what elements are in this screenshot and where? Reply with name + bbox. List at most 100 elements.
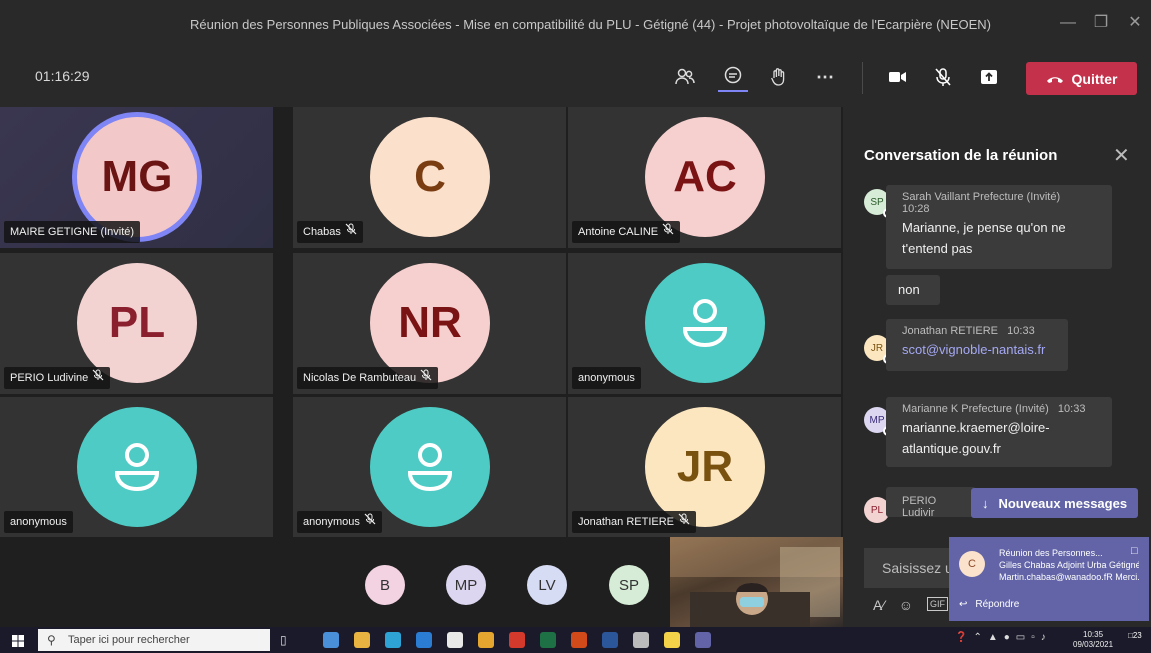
chat-message[interactable]: PERIO Ludivir — [886, 487, 976, 519]
compose-input[interactable]: Saisissez un — [864, 548, 954, 588]
participants-icon[interactable] — [670, 62, 700, 92]
toast-text: Réunion des Personnes... Gilles Chabas A… — [999, 547, 1139, 583]
anonymous-user-icon — [407, 443, 453, 492]
chat-notification-toast[interactable]: C Réunion des Personnes... Gilles Chabas… — [949, 537, 1149, 621]
quit-label: Quitter — [1071, 70, 1118, 87]
teams-icon[interactable] — [695, 632, 711, 648]
network-icon[interactable]: ▲ — [988, 632, 998, 643]
search-icon: ⚲ — [47, 633, 56, 647]
restore-icon[interactable]: ❐ — [1090, 12, 1112, 34]
overflow-strip: B MP LV SP — [0, 537, 845, 627]
overflow-avatar[interactable]: B — [365, 565, 405, 605]
overflow-avatar[interactable]: SP — [609, 565, 649, 605]
word-icon[interactable] — [602, 632, 618, 648]
message-meta: PERIO Ludivir — [902, 495, 937, 519]
taskbar-search-input[interactable]: Taper ici pour rechercher — [38, 629, 270, 651]
windows-taskbar: Taper ici pour rechercher ⚲ ▯ ❓ ⌃ ▲ ● ▭ … — [0, 627, 1151, 653]
new-messages-button[interactable]: ↓ Nouveaux messages — [971, 488, 1138, 518]
volume-icon[interactable]: ♪ — [1041, 632, 1046, 643]
video-tile[interactable]: MG MAIRE GETIGNE (Invité) — [0, 107, 273, 248]
message-link[interactable]: scot@vignoble-nantais.fr — [902, 339, 1052, 360]
chevron-up-icon[interactable]: ⌃ — [973, 632, 981, 643]
toast-line: Martin.chabas@wanadoo.fR Merci... — [999, 572, 1139, 582]
overflow-avatar[interactable]: LV — [527, 565, 567, 605]
windows-start-icon[interactable] — [12, 634, 24, 652]
taskbar-clock[interactable]: 10:35 09/03/2021 — [1073, 630, 1113, 650]
media-icon[interactable] — [571, 632, 587, 648]
participant-name-label: anonymous — [297, 511, 382, 533]
chat-icon[interactable] — [718, 62, 748, 92]
gif-icon[interactable]: GIF — [926, 597, 948, 611]
meeting-timer: 01:16:29 — [35, 68, 90, 84]
system-tray: ❓ ⌃ ▲ ● ▭ ▫ ♪ — [955, 632, 1046, 643]
chat-message[interactable]: non — [886, 275, 940, 305]
close-icon[interactable]: ✕ — [1124, 12, 1146, 34]
display-icon[interactable]: ▫ — [1031, 632, 1035, 643]
mic-off-icon — [92, 367, 104, 389]
participant-name: anonymous — [10, 516, 67, 528]
participant-name: Jonathan RETIERE — [578, 516, 674, 528]
video-tile[interactable]: NR Nicolas De Rambuteau — [293, 253, 566, 394]
participant-name: Chabas — [303, 226, 341, 238]
minimize-icon[interactable]: — — [1057, 12, 1079, 34]
mic-icon[interactable]: ● — [1004, 632, 1010, 643]
reply-button[interactable]: ↩ Répondre — [959, 599, 1019, 610]
avatar: NR — [370, 263, 490, 383]
video-tile[interactable]: PL PERIO Ludivine — [0, 253, 273, 394]
raise-hand-icon[interactable] — [764, 62, 794, 92]
reply-icon: ↩ — [959, 599, 968, 610]
quit-button[interactable]: Quitter — [1026, 62, 1137, 95]
chat-message[interactable]: Sarah Vaillant Prefecture (Invité) 10:28 … — [886, 185, 1112, 269]
edge-icon[interactable] — [385, 632, 401, 648]
video-tile[interactable]: anonymous — [0, 397, 273, 538]
participant-name: Nicolas De Rambuteau — [303, 372, 417, 384]
avatar: JR — [645, 407, 765, 527]
avatar: MG — [77, 117, 197, 237]
battery-icon[interactable]: ▭ — [1016, 632, 1025, 643]
avatar — [645, 263, 765, 383]
mail-icon[interactable] — [416, 632, 432, 648]
chrome-icon[interactable] — [478, 632, 494, 648]
new-messages-label: Nouveaux messages — [998, 495, 1128, 511]
video-tile[interactable]: anonymous — [568, 253, 841, 394]
task-view-icon[interactable]: ▯ — [280, 633, 287, 647]
close-icon[interactable]: ✕ — [1113, 143, 1130, 168]
participant-name: PERIO Ludivine — [10, 372, 89, 384]
format-icon[interactable]: A⁄ — [873, 597, 885, 613]
sticky-notes-icon[interactable] — [664, 632, 680, 648]
mic-off-icon[interactable] — [928, 62, 958, 92]
notification-icon[interactable]: □23 — [1128, 631, 1142, 640]
chat-message[interactable]: Marianne K Prefecture (Invité) 10:33 mar… — [886, 397, 1112, 467]
mic-off-icon — [678, 511, 690, 533]
file-explorer-icon[interactable] — [354, 632, 370, 648]
more-icon[interactable]: ⋯ — [810, 62, 840, 92]
pdf-icon[interactable] — [509, 632, 525, 648]
network-app-icon[interactable] — [633, 632, 649, 648]
excel-icon[interactable] — [540, 632, 556, 648]
help-icon[interactable]: ❓ — [955, 632, 967, 643]
hangup-icon — [1046, 76, 1063, 83]
message-body: Marianne, je pense qu'on ne t'entend pas — [902, 220, 1066, 256]
chat-message[interactable]: Jonathan RETIERE 10:33 scot@vignoble-nan… — [886, 319, 1068, 371]
toast-line: Gilles Chabas Adjoint Urba Gétigné — [999, 560, 1139, 570]
video-tile[interactable]: anonymous — [293, 397, 566, 538]
teams-people-icon[interactable] — [323, 632, 339, 648]
teams-window: Réunion des Personnes Publiques Associée… — [0, 0, 1151, 653]
camera-icon[interactable] — [882, 62, 912, 92]
reply-label: Répondre — [975, 599, 1020, 610]
share-icon[interactable] — [974, 62, 1004, 92]
overflow-avatar[interactable]: MP — [446, 565, 486, 605]
video-tile[interactable]: C Chabas — [293, 107, 566, 248]
notification-count: 23 — [1132, 631, 1142, 640]
emoji-icon[interactable]: ☺ — [899, 597, 913, 613]
participant-name: MAIRE GETIGNE (Invité) — [10, 226, 135, 238]
participant-name-label: anonymous — [572, 367, 641, 389]
participant-name-label: Jonathan RETIERE — [572, 511, 696, 533]
participant-name-label: MAIRE GETIGNE (Invité) — [4, 221, 141, 243]
store-icon[interactable] — [447, 632, 463, 648]
participant-name: Antoine CALINE — [578, 226, 659, 238]
self-video-preview[interactable] — [670, 537, 845, 627]
video-tile[interactable]: AC Antoine CALINE — [568, 107, 841, 248]
video-tile[interactable]: JR Jonathan RETIERE — [568, 397, 841, 538]
arrow-down-icon: ↓ — [981, 495, 989, 511]
